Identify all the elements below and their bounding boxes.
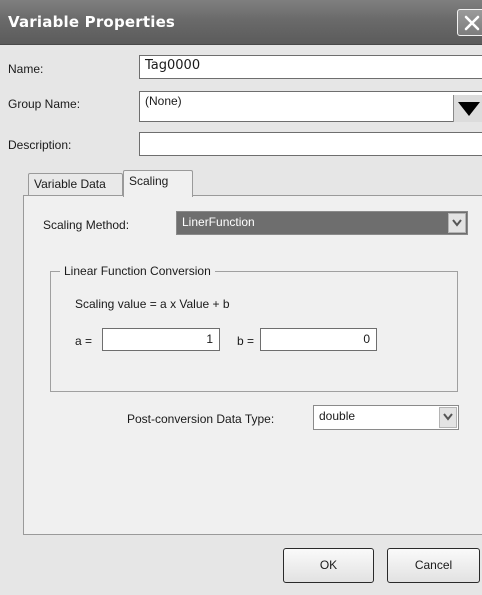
triangle-down-icon xyxy=(458,102,480,116)
post-conversion-select[interactable]: double xyxy=(313,405,459,430)
b-label: b = xyxy=(237,334,255,348)
scaling-method-value: LinerFunction xyxy=(182,215,255,229)
scaling-method-label: Scaling Method: xyxy=(43,218,130,232)
close-icon xyxy=(464,15,480,31)
post-conversion-dropdown-button[interactable] xyxy=(439,407,457,428)
cancel-button[interactable]: Cancel xyxy=(387,548,480,583)
chevron-down-icon xyxy=(443,413,453,421)
scaling-method-select[interactable]: LinerFunction xyxy=(176,211,468,235)
tab-variable-data-label: Variable Data xyxy=(34,177,106,191)
group-name-field[interactable]: (None) xyxy=(139,91,482,122)
post-conversion-value: double xyxy=(319,409,356,423)
b-input[interactable]: 0 xyxy=(260,328,377,351)
group-name-label: Group Name: xyxy=(8,97,81,111)
scaling-method-dropdown-button[interactable] xyxy=(448,213,466,233)
cancel-button-label: Cancel xyxy=(414,558,453,572)
ok-button[interactable]: OK xyxy=(283,548,374,583)
title-bar[interactable]: Variable Properties xyxy=(0,0,482,45)
variable-properties-dialog: Variable Properties Name: Tag0000 Group … xyxy=(0,0,482,595)
a-label: a = xyxy=(75,334,93,348)
window-title: Variable Properties xyxy=(8,13,176,31)
name-field[interactable]: Tag0000 xyxy=(139,55,482,79)
group-name-value: (None) xyxy=(145,94,182,108)
group-name-dropdown-button[interactable] xyxy=(453,95,482,122)
close-button[interactable] xyxy=(457,9,482,36)
a-input[interactable]: 1 xyxy=(102,328,220,351)
formula-text: Scaling value = a x Value + b xyxy=(75,297,230,311)
description-label: Description: xyxy=(8,138,72,152)
tab-variable-data[interactable]: Variable Data xyxy=(28,173,123,196)
chevron-down-icon xyxy=(452,219,462,227)
name-label: Name: xyxy=(8,62,44,76)
tab-scaling[interactable]: Scaling xyxy=(123,170,193,197)
description-field[interactable] xyxy=(139,132,482,156)
post-conversion-label: Post-conversion Data Type: xyxy=(127,412,275,426)
ok-button-label: OK xyxy=(319,558,338,572)
linear-function-title: Linear Function Conversion xyxy=(60,264,215,278)
tab-scaling-label: Scaling xyxy=(129,174,169,188)
